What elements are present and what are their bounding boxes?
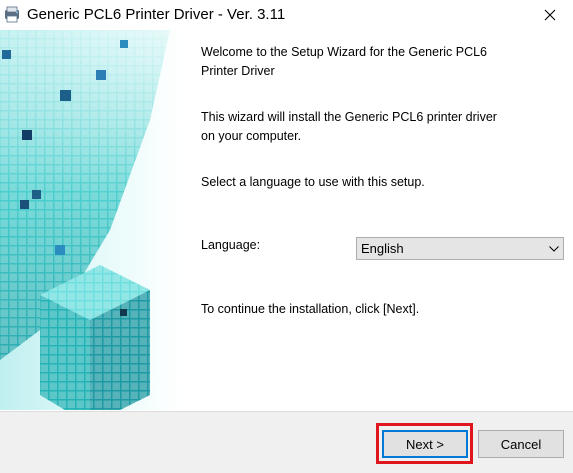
chevron-down-icon [545, 237, 563, 260]
installer-app-icon [5, 6, 19, 23]
title-bar: Generic PCL6 Printer Driver - Ver. 3.11 [0, 0, 573, 30]
welcome-heading: Welcome to the Setup Wizard for the Gene… [201, 43, 487, 81]
description-line-1: This wizard will install the Generic PCL… [201, 110, 497, 124]
description-line-2: on your computer. [201, 129, 302, 143]
wizard-description: This wizard will install the Generic PCL… [201, 108, 497, 146]
continue-instruction: To continue the installation, click [Nex… [201, 302, 420, 316]
welcome-line-1: Welcome to the Setup Wizard for the Gene… [201, 45, 488, 59]
close-button[interactable] [527, 0, 573, 30]
wizard-banner-graphic [0, 30, 182, 410]
cube-grid-illustration [0, 30, 182, 410]
next-button[interactable]: Next > [382, 430, 468, 458]
close-icon [544, 9, 556, 21]
language-dropdown[interactable]: English [356, 237, 564, 260]
cancel-button[interactable]: Cancel [478, 430, 564, 458]
select-language-prompt: Select a language to use with this setup… [201, 175, 425, 189]
welcome-line-2: Printer Driver [201, 64, 275, 78]
language-label: Language: [201, 238, 261, 252]
language-dropdown-value: English [361, 241, 404, 256]
window-title: Generic PCL6 Printer Driver - Ver. 3.11 [27, 6, 286, 23]
